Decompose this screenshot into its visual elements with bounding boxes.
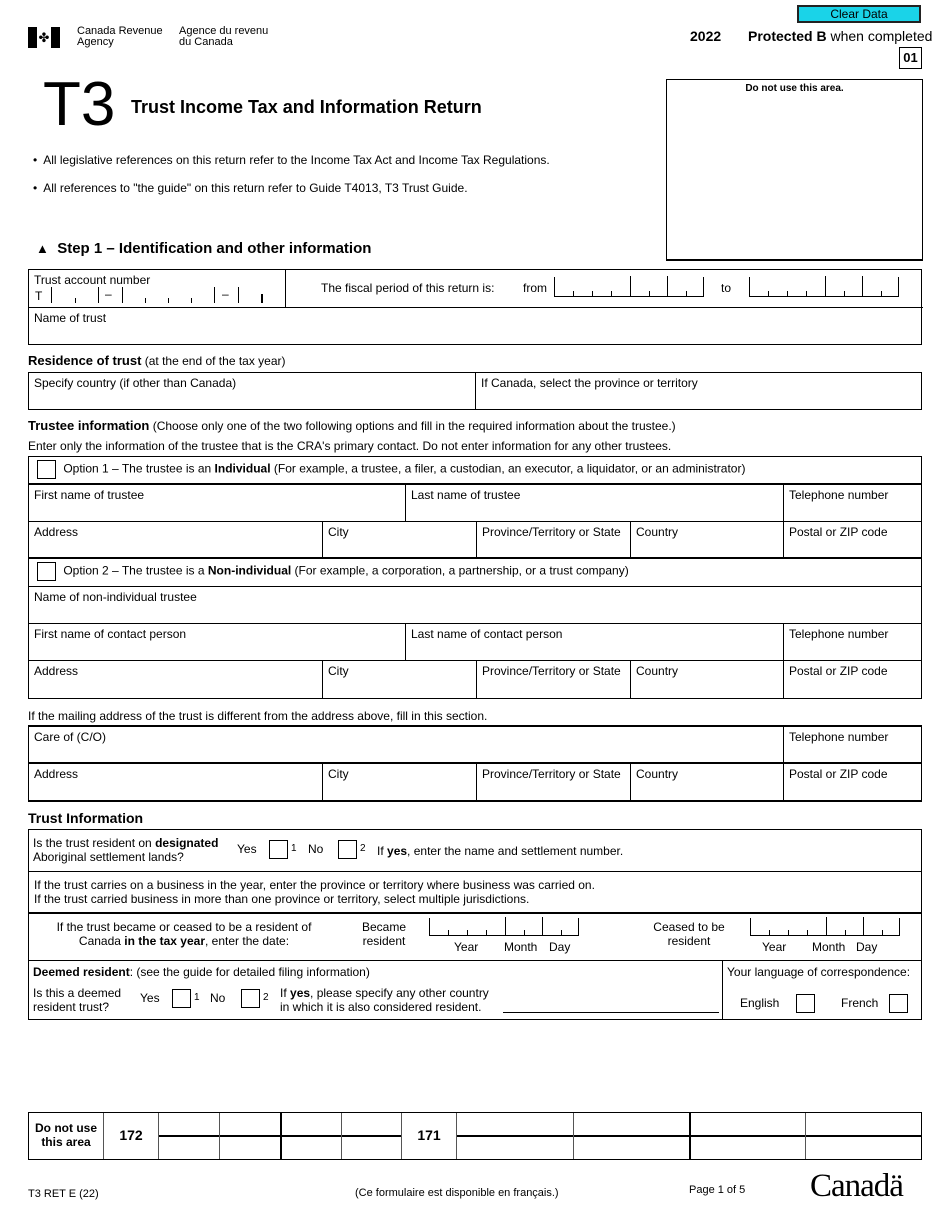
page-number: Page 1 of 5 (689, 1184, 746, 1196)
mailing-telephone-field[interactable]: Telephone number (784, 727, 921, 764)
mailing-note: If the mailing address of the trust is d… (28, 709, 488, 723)
aboriginal-yes-checkbox[interactable] (269, 840, 288, 859)
trust-info-table: Is the trust resident on designated Abor… (28, 829, 922, 1020)
contact-last-name-field[interactable]: Last name of contact person (406, 624, 784, 661)
became-resident-date-input[interactable] (429, 917, 579, 936)
french-availability-note: (Ce formulaire est disponible en françai… (355, 1187, 559, 1199)
canada-flag-icon: ✤ (28, 26, 60, 48)
mailing-postal-field[interactable]: Postal or ZIP code (784, 764, 921, 801)
cra-logo: ✤ Canada Revenue Agency Agence du revenu d… (28, 26, 268, 48)
deemed-no-checkbox[interactable] (241, 989, 260, 1008)
page-code: 01 (899, 47, 922, 69)
bullet-item: • All legislative references on this ret… (33, 153, 550, 167)
code-171-boxes (457, 1113, 921, 1159)
option2-checkbox[interactable] (37, 562, 56, 581)
contact-telephone-field[interactable]: Telephone number (784, 624, 921, 661)
bullet-item: • All references to "the guide" on this … (33, 181, 468, 195)
trustee-country-field[interactable]: Country (631, 522, 784, 559)
trustee-note: Enter only the information of the truste… (28, 439, 672, 453)
do-not-use-area: Do not use this area. (666, 79, 923, 261)
form-code: T3 (43, 70, 116, 139)
option2-country-field[interactable]: Country (631, 661, 784, 698)
trustee-table: Option 1 – The trustee is an Individual … (28, 456, 922, 699)
office-use-table: Do not use this area 172 171 (28, 1112, 922, 1160)
agency-name-en: Canada Revenue Agency (77, 25, 163, 48)
residence-province-select[interactable]: If Canada, select the province or territ… (476, 373, 921, 409)
option2-province-field[interactable]: Province/Territory or State (477, 661, 631, 698)
option2-address-field[interactable]: Address (29, 661, 323, 698)
agency-name-fr: Agence du revenu du Canada (179, 25, 269, 48)
trustee-heading: Trustee information (Choose only one of … (28, 418, 676, 433)
french-checkbox[interactable] (889, 994, 908, 1013)
aboriginal-no-checkbox[interactable] (338, 840, 357, 859)
triangle-up-icon: ▲ (36, 241, 49, 256)
residence-heading: Residence of trust (at the end of the ta… (28, 353, 286, 368)
canada-wordmark: Canadä (810, 1168, 904, 1204)
residence-country-field[interactable]: Specify country (if other than Canada) (29, 373, 476, 409)
option2-row: Option 2 – The trustee is a Non-individu… (29, 559, 921, 587)
residency-change-row: If the trust became or ceased to be a re… (29, 914, 921, 961)
mailing-table: Care of (C/O) Telephone number Address C… (28, 725, 922, 802)
mailing-city-field[interactable]: City (323, 764, 477, 801)
office-use-label: Do not use this area (29, 1113, 104, 1159)
trustee-province-field[interactable]: Province/Territory or State (477, 522, 631, 559)
non-individual-name-field[interactable]: Name of non-individual trustee (29, 587, 921, 624)
account-number-field[interactable]: Trust account number T – – (29, 270, 286, 308)
mailing-country-field[interactable]: Country (631, 764, 784, 801)
other-country-input[interactable] (503, 1012, 719, 1013)
step1-heading: ▲ Step 1 – Identification and other info… (36, 240, 372, 257)
trust-info-heading: Trust Information (28, 810, 144, 826)
option1-checkbox[interactable] (37, 460, 56, 479)
code-171: 171 (402, 1113, 457, 1159)
trustee-last-name-field[interactable]: Last name of trustee (406, 485, 784, 522)
fiscal-period-field: The fiscal period of this return is: fro… (286, 270, 923, 308)
protected-notice: Protected B when completed (748, 28, 933, 44)
trustee-first-name-field[interactable]: First name of trustee (29, 485, 406, 522)
tax-year: 2022 (690, 28, 722, 44)
clear-data-button[interactable]: Clear Data (797, 5, 921, 23)
business-province-select[interactable]: If the trust carries on a business in th… (29, 872, 921, 914)
language-row: Your language of correspondence: English… (723, 961, 921, 1019)
trust-name-field[interactable]: Name of trust (29, 308, 921, 344)
fiscal-to-date-input[interactable] (749, 276, 899, 297)
aboriginal-row: Is the trust resident on designated Abor… (29, 830, 921, 872)
trustee-telephone-field[interactable]: Telephone number (784, 485, 921, 522)
trustee-postal-field[interactable]: Postal or ZIP code (784, 522, 921, 559)
english-checkbox[interactable] (796, 994, 815, 1013)
code-172-boxes (159, 1113, 402, 1159)
contact-first-name-field[interactable]: First name of contact person (29, 624, 406, 661)
option1-row: Option 1 – The trustee is an Individual … (29, 457, 921, 485)
trustee-address-field[interactable]: Address (29, 522, 323, 559)
trustee-city-field[interactable]: City (323, 522, 477, 559)
page-title: Trust Income Tax and Information Return (131, 97, 482, 117)
fiscal-from-date-input[interactable] (554, 276, 704, 297)
code-172: 172 (104, 1113, 159, 1159)
form-id: T3 RET E (22) (28, 1188, 99, 1200)
mailing-address-field[interactable]: Address (29, 764, 323, 801)
mailing-province-field[interactable]: Province/Territory or State (477, 764, 631, 801)
identification-table: Trust account number T – – The fiscal pe… (28, 269, 923, 345)
ceased-resident-date-input[interactable] (750, 917, 900, 936)
deemed-resident-row: Deemed resident: (see the guide for deta… (29, 961, 723, 1019)
deemed-yes-checkbox[interactable] (172, 989, 191, 1008)
residence-table: Specify country (if other than Canada) I… (28, 372, 922, 410)
care-of-field[interactable]: Care of (C/O) (29, 727, 784, 764)
option2-postal-field[interactable]: Postal or ZIP code (784, 661, 921, 698)
option2-city-field[interactable]: City (323, 661, 477, 698)
